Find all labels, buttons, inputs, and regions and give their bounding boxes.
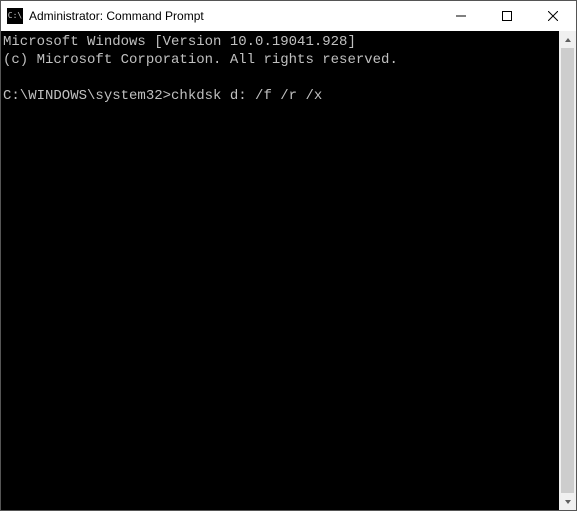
- prompt-line: C:\WINDOWS\system32>chkdsk d: /f /r /x: [3, 88, 322, 104]
- maximize-button[interactable]: [484, 1, 530, 31]
- close-button[interactable]: [530, 1, 576, 31]
- terminal-output[interactable]: Microsoft Windows [Version 10.0.19041.92…: [1, 31, 559, 510]
- cmd-icon-label: C:\: [8, 12, 22, 20]
- window-title: Administrator: Command Prompt: [29, 9, 204, 23]
- client-area: Microsoft Windows [Version 10.0.19041.92…: [1, 31, 576, 510]
- output-line: (c) Microsoft Corporation. All rights re…: [3, 52, 398, 68]
- vertical-scrollbar[interactable]: [559, 31, 576, 510]
- output-line: Microsoft Windows [Version 10.0.19041.92…: [3, 34, 356, 50]
- window-frame: C:\ Administrator: Command Prompt Micros…: [0, 0, 577, 511]
- window-controls: [438, 1, 576, 31]
- minimize-button[interactable]: [438, 1, 484, 31]
- scroll-up-arrow-icon[interactable]: [559, 31, 576, 48]
- cmd-icon: C:\: [7, 8, 23, 24]
- scroll-down-arrow-icon[interactable]: [559, 493, 576, 510]
- prompt-path: C:\WINDOWS\system32>: [3, 88, 171, 104]
- scrollbar-thumb[interactable]: [561, 48, 574, 493]
- titlebar[interactable]: C:\ Administrator: Command Prompt: [1, 1, 576, 31]
- typed-command: chkdsk d: /f /r /x: [171, 88, 322, 104]
